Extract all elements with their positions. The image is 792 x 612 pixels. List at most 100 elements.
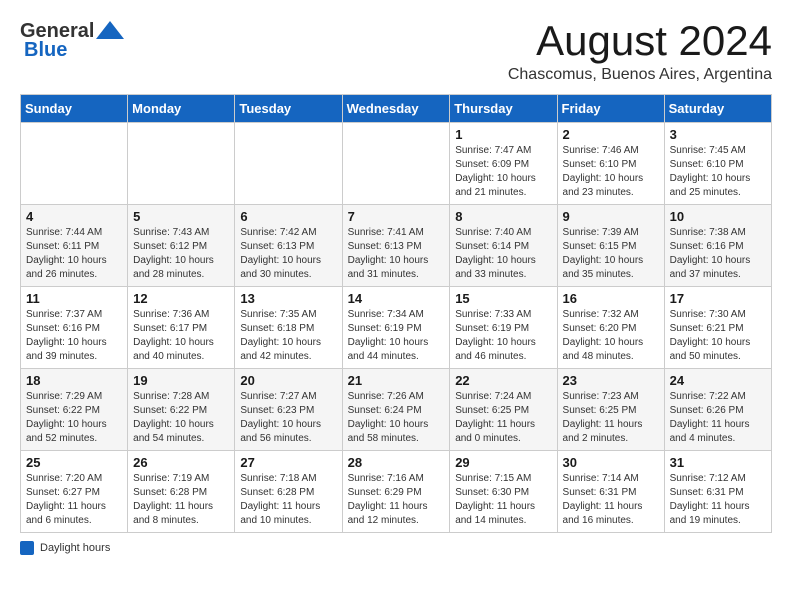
- day-info: Sunrise: 7:14 AM Sunset: 6:31 PM Dayligh…: [563, 472, 659, 528]
- day-number: 29: [455, 455, 551, 470]
- day-info: Sunrise: 7:44 AM Sunset: 6:11 PM Dayligh…: [26, 226, 122, 282]
- calendar-cell: 17 Sunrise: 7:30 AM Sunset: 6:21 PM Dayli…: [664, 287, 771, 369]
- day-number: 24: [670, 373, 766, 388]
- weekday-header: Saturday: [664, 95, 771, 123]
- day-info: Sunrise: 7:39 AM Sunset: 6:15 PM Dayligh…: [563, 226, 659, 282]
- day-number: 10: [670, 209, 766, 224]
- calendar-cell: 29 Sunrise: 7:15 AM Sunset: 6:30 PM Dayli…: [450, 451, 557, 533]
- day-number: 4: [26, 209, 122, 224]
- day-info: Sunrise: 7:45 AM Sunset: 6:10 PM Dayligh…: [670, 144, 766, 200]
- calendar-cell: 20 Sunrise: 7:27 AM Sunset: 6:23 PM Dayli…: [235, 369, 342, 451]
- calendar-cell: 1 Sunrise: 7:47 AM Sunset: 6:09 PM Daylig…: [450, 123, 557, 205]
- calendar-cell: 16Sunrise: 7:32 AM Sunset: 6:20 PM Dayli…: [557, 287, 664, 369]
- day-number: 22: [455, 373, 551, 388]
- weekday-header: Sunday: [21, 95, 128, 123]
- day-info: Sunrise: 7:38 AM Sunset: 6:16 PM Dayligh…: [670, 226, 766, 282]
- calendar-cell: [235, 123, 342, 205]
- calendar-cell: 5 Sunrise: 7:43 AM Sunset: 6:12 PM Daylig…: [128, 205, 235, 287]
- day-number: 26: [133, 455, 229, 470]
- calendar-cell: 23Sunrise: 7:23 AM Sunset: 6:25 PM Dayli…: [557, 369, 664, 451]
- calendar-week-row: 18Sunrise: 7:29 AM Sunset: 6:22 PM Dayli…: [21, 369, 772, 451]
- weekday-header: Tuesday: [235, 95, 342, 123]
- day-info: Sunrise: 7:43 AM Sunset: 6:12 PM Dayligh…: [133, 226, 229, 282]
- calendar-week-row: 1 Sunrise: 7:47 AM Sunset: 6:09 PM Daylig…: [21, 123, 772, 205]
- calendar-cell: 6 Sunrise: 7:42 AM Sunset: 6:13 PM Daylig…: [235, 205, 342, 287]
- day-number: 30: [563, 455, 659, 470]
- day-info: Sunrise: 7:46 AM Sunset: 6:10 PM Dayligh…: [563, 144, 659, 200]
- calendar-cell: 4 Sunrise: 7:44 AM Sunset: 6:11 PM Daylig…: [21, 205, 128, 287]
- day-number: 15: [455, 291, 551, 306]
- day-info: Sunrise: 7:18 AM Sunset: 6:28 PM Dayligh…: [240, 472, 336, 528]
- calendar-cell: 24 Sunrise: 7:22 AM Sunset: 6:26 PM Dayli…: [664, 369, 771, 451]
- day-number: 31: [670, 455, 766, 470]
- location: Chascomus, Buenos Aires, Argentina: [508, 66, 772, 84]
- day-info: Sunrise: 7:35 AM Sunset: 6:18 PM Dayligh…: [240, 308, 336, 364]
- day-info: Sunrise: 7:40 AM Sunset: 6:14 PM Dayligh…: [455, 226, 551, 282]
- weekday-header: Thursday: [450, 95, 557, 123]
- day-info: Sunrise: 7:29 AM Sunset: 6:22 PM Dayligh…: [26, 390, 122, 446]
- day-number: 12: [133, 291, 229, 306]
- calendar-cell: 27 Sunrise: 7:18 AM Sunset: 6:28 PM Dayli…: [235, 451, 342, 533]
- day-number: 28: [348, 455, 445, 470]
- footer: Daylight hours: [20, 541, 772, 555]
- day-number: 16: [563, 291, 659, 306]
- day-number: 21: [348, 373, 445, 388]
- day-info: Sunrise: 7:34 AM Sunset: 6:19 PM Dayligh…: [348, 308, 445, 364]
- calendar-cell: 28 Sunrise: 7:16 AM Sunset: 6:29 PM Dayli…: [342, 451, 450, 533]
- weekday-header: Monday: [128, 95, 235, 123]
- calendar-cell: 21 Sunrise: 7:26 AM Sunset: 6:24 PM Dayli…: [342, 369, 450, 451]
- calendar-cell: 9 Sunrise: 7:39 AM Sunset: 6:15 PM Daylig…: [557, 205, 664, 287]
- month-year: August 2024: [508, 20, 772, 62]
- day-number: 3: [670, 127, 766, 142]
- header: General Blue August 2024 Chascomus, Buen…: [20, 20, 772, 84]
- day-number: 27: [240, 455, 336, 470]
- logo: General Blue: [20, 20, 124, 62]
- day-info: Sunrise: 7:27 AM Sunset: 6:23 PM Dayligh…: [240, 390, 336, 446]
- calendar-cell: 18Sunrise: 7:29 AM Sunset: 6:22 PM Dayli…: [21, 369, 128, 451]
- calendar-cell: [128, 123, 235, 205]
- calendar-week-row: 11Sunrise: 7:37 AM Sunset: 6:16 PM Dayli…: [21, 287, 772, 369]
- day-info: Sunrise: 7:15 AM Sunset: 6:30 PM Dayligh…: [455, 472, 551, 528]
- footer-dot: [20, 541, 34, 555]
- day-info: Sunrise: 7:33 AM Sunset: 6:19 PM Dayligh…: [455, 308, 551, 364]
- day-number: 17: [670, 291, 766, 306]
- calendar-cell: [21, 123, 128, 205]
- day-info: Sunrise: 7:23 AM Sunset: 6:25 PM Dayligh…: [563, 390, 659, 446]
- footer-label: Daylight hours: [40, 542, 110, 554]
- calendar-cell: 14 Sunrise: 7:34 AM Sunset: 6:19 PM Dayli…: [342, 287, 450, 369]
- day-number: 2: [563, 127, 659, 142]
- day-number: 11: [26, 291, 122, 306]
- day-info: Sunrise: 7:36 AM Sunset: 6:17 PM Dayligh…: [133, 308, 229, 364]
- day-info: Sunrise: 7:47 AM Sunset: 6:09 PM Dayligh…: [455, 144, 551, 200]
- day-info: Sunrise: 7:26 AM Sunset: 6:24 PM Dayligh…: [348, 390, 445, 446]
- day-number: 6: [240, 209, 336, 224]
- calendar-cell: 30 Sunrise: 7:14 AM Sunset: 6:31 PM Dayli…: [557, 451, 664, 533]
- day-number: 9: [563, 209, 659, 224]
- calendar-cell: 8Sunrise: 7:40 AM Sunset: 6:14 PM Daylig…: [450, 205, 557, 287]
- calendar-cell: 3 Sunrise: 7:45 AM Sunset: 6:10 PM Daylig…: [664, 123, 771, 205]
- weekday-header: Friday: [557, 95, 664, 123]
- calendar-week-row: 4 Sunrise: 7:44 AM Sunset: 6:11 PM Daylig…: [21, 205, 772, 287]
- day-info: Sunrise: 7:28 AM Sunset: 6:22 PM Dayligh…: [133, 390, 229, 446]
- calendar: SundayMondayTuesdayWednesdayThursdayFrid…: [20, 94, 772, 533]
- day-info: Sunrise: 7:22 AM Sunset: 6:26 PM Dayligh…: [670, 390, 766, 446]
- calendar-cell: 22 Sunrise: 7:24 AM Sunset: 6:25 PM Dayli…: [450, 369, 557, 451]
- calendar-cell: [342, 123, 450, 205]
- day-number: 20: [240, 373, 336, 388]
- calendar-cell: 15 Sunrise: 7:33 AM Sunset: 6:19 PM Dayli…: [450, 287, 557, 369]
- day-info: Sunrise: 7:42 AM Sunset: 6:13 PM Dayligh…: [240, 226, 336, 282]
- day-info: Sunrise: 7:16 AM Sunset: 6:29 PM Dayligh…: [348, 472, 445, 528]
- day-number: 14: [348, 291, 445, 306]
- day-info: Sunrise: 7:41 AM Sunset: 6:13 PM Dayligh…: [348, 226, 445, 282]
- calendar-cell: 10 Sunrise: 7:38 AM Sunset: 6:16 PM Dayli…: [664, 205, 771, 287]
- day-info: Sunrise: 7:19 AM Sunset: 6:28 PM Dayligh…: [133, 472, 229, 528]
- day-number: 25: [26, 455, 122, 470]
- calendar-cell: 19Sunrise: 7:28 AM Sunset: 6:22 PM Dayli…: [128, 369, 235, 451]
- day-number: 7: [348, 209, 445, 224]
- day-info: Sunrise: 7:12 AM Sunset: 6:31 PM Dayligh…: [670, 472, 766, 528]
- day-info: Sunrise: 7:24 AM Sunset: 6:25 PM Dayligh…: [455, 390, 551, 446]
- day-number: 1: [455, 127, 551, 142]
- day-info: Sunrise: 7:30 AM Sunset: 6:21 PM Dayligh…: [670, 308, 766, 364]
- day-number: 5: [133, 209, 229, 224]
- day-info: Sunrise: 7:20 AM Sunset: 6:27 PM Dayligh…: [26, 472, 122, 528]
